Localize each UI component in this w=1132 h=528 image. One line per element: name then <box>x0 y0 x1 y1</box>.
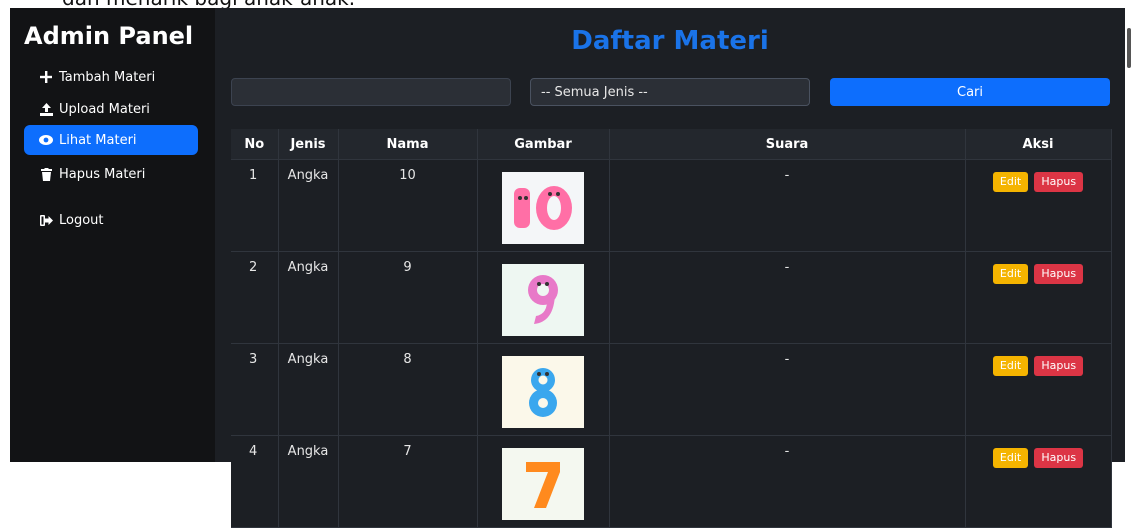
cell-no: 4 <box>231 435 279 528</box>
header-gambar[interactable]: Gambar <box>477 129 610 160</box>
cell-nama: 9 <box>338 251 478 344</box>
cell-suara: - <box>609 435 966 528</box>
sidebar: Admin Panel Tambah Materi Upload Materi … <box>10 8 215 462</box>
logout-icon <box>38 214 54 226</box>
cell-nama: 7 <box>338 435 478 528</box>
header-jenis[interactable]: Jenis <box>278 129 339 160</box>
cell-no: 2 <box>231 251 279 344</box>
cell-nama: 10 <box>338 159 478 252</box>
delete-button[interactable]: Hapus <box>1034 264 1084 284</box>
cell-gambar <box>477 251 610 344</box>
materials-table: No Jenis Nama Gambar Suara Aksi 1 Angka … <box>231 129 1112 528</box>
search-button[interactable]: Cari <box>830 78 1110 106</box>
plus-icon <box>38 71 54 83</box>
eye-icon <box>38 135 54 145</box>
sidebar-item-label: Logout <box>59 212 104 228</box>
cell-no: 1 <box>231 159 279 252</box>
number-7-image <box>502 448 584 520</box>
edit-button[interactable]: Edit <box>992 172 1029 192</box>
edit-button[interactable]: Edit <box>992 356 1029 376</box>
header-no[interactable]: No <box>231 129 279 160</box>
delete-button[interactable]: Hapus <box>1034 356 1084 376</box>
sidebar-item-tambah-materi[interactable]: Tambah Materi <box>24 62 198 92</box>
table-row: 2 Angka 9 - Edit Hapus <box>231 251 1112 344</box>
cell-aksi: Edit Hapus <box>965 251 1112 344</box>
sidebar-item-hapus-materi[interactable]: Hapus Materi <box>24 159 198 189</box>
cell-gambar <box>477 343 610 436</box>
table-header-row: No Jenis Nama Gambar Suara Aksi <box>231 129 1112 160</box>
cell-gambar <box>477 435 610 528</box>
sidebar-item-label: Tambah Materi <box>59 69 156 85</box>
upload-icon <box>38 102 54 116</box>
cell-jenis: Angka <box>278 159 339 252</box>
header-suara[interactable]: Suara <box>609 129 966 160</box>
type-select-value: -- Semua Jenis -- <box>541 84 648 100</box>
page-fragment-strip: dan menarik bagi anak-anak. <box>0 0 1132 8</box>
cell-aksi: Edit Hapus <box>965 435 1112 528</box>
edit-button[interactable]: Edit <box>992 264 1029 284</box>
cell-jenis: Angka <box>278 435 339 528</box>
edit-button[interactable]: Edit <box>992 448 1029 468</box>
table-row: 4 Angka 7 - Edit Hapus <box>231 435 1112 528</box>
scrollbar-thumb[interactable] <box>1127 28 1131 68</box>
cell-no: 3 <box>231 343 279 436</box>
page-title: Daftar Materi <box>571 26 769 56</box>
number-8-image <box>502 356 584 428</box>
number-9-image <box>502 264 584 336</box>
brand-title: Admin Panel <box>24 22 194 50</box>
sidebar-item-lihat-materi[interactable]: Lihat Materi <box>24 125 198 155</box>
page-fragment-text: dan menarik bagi anak-anak. <box>62 0 355 8</box>
table-row: 1 Angka 10 - Edit Hapus <box>231 159 1112 252</box>
sidebar-item-logout[interactable]: Logout <box>24 205 198 235</box>
delete-button[interactable]: Hapus <box>1034 172 1084 192</box>
cell-gambar <box>477 159 610 252</box>
cell-nama: 8 <box>338 343 478 436</box>
cell-suara: - <box>609 251 966 344</box>
header-nama[interactable]: Nama <box>338 129 478 160</box>
sidebar-item-label: Lihat Materi <box>59 132 137 148</box>
cell-jenis: Angka <box>278 343 339 436</box>
sidebar-item-label: Upload Materi <box>59 101 150 117</box>
trash-icon <box>38 167 54 181</box>
sidebar-item-upload-materi[interactable]: Upload Materi <box>24 94 198 124</box>
cell-suara: - <box>609 343 966 436</box>
header-aksi[interactable]: Aksi <box>965 129 1112 160</box>
cell-aksi: Edit Hapus <box>965 159 1112 252</box>
table-row: 3 Angka 8 - Edit Hapus <box>231 343 1112 436</box>
cell-suara: - <box>609 159 966 252</box>
scrollbar[interactable] <box>1125 8 1132 462</box>
sidebar-item-label: Hapus Materi <box>59 166 146 182</box>
cell-jenis: Angka <box>278 251 339 344</box>
cell-aksi: Edit Hapus <box>965 343 1112 436</box>
delete-button[interactable]: Hapus <box>1034 448 1084 468</box>
search-input[interactable] <box>231 78 511 106</box>
number-10-image <box>502 172 584 244</box>
type-select[interactable]: -- Semua Jenis -- <box>530 78 810 106</box>
main-content: Daftar Materi -- Semua Jenis -- Cari No … <box>215 8 1125 528</box>
